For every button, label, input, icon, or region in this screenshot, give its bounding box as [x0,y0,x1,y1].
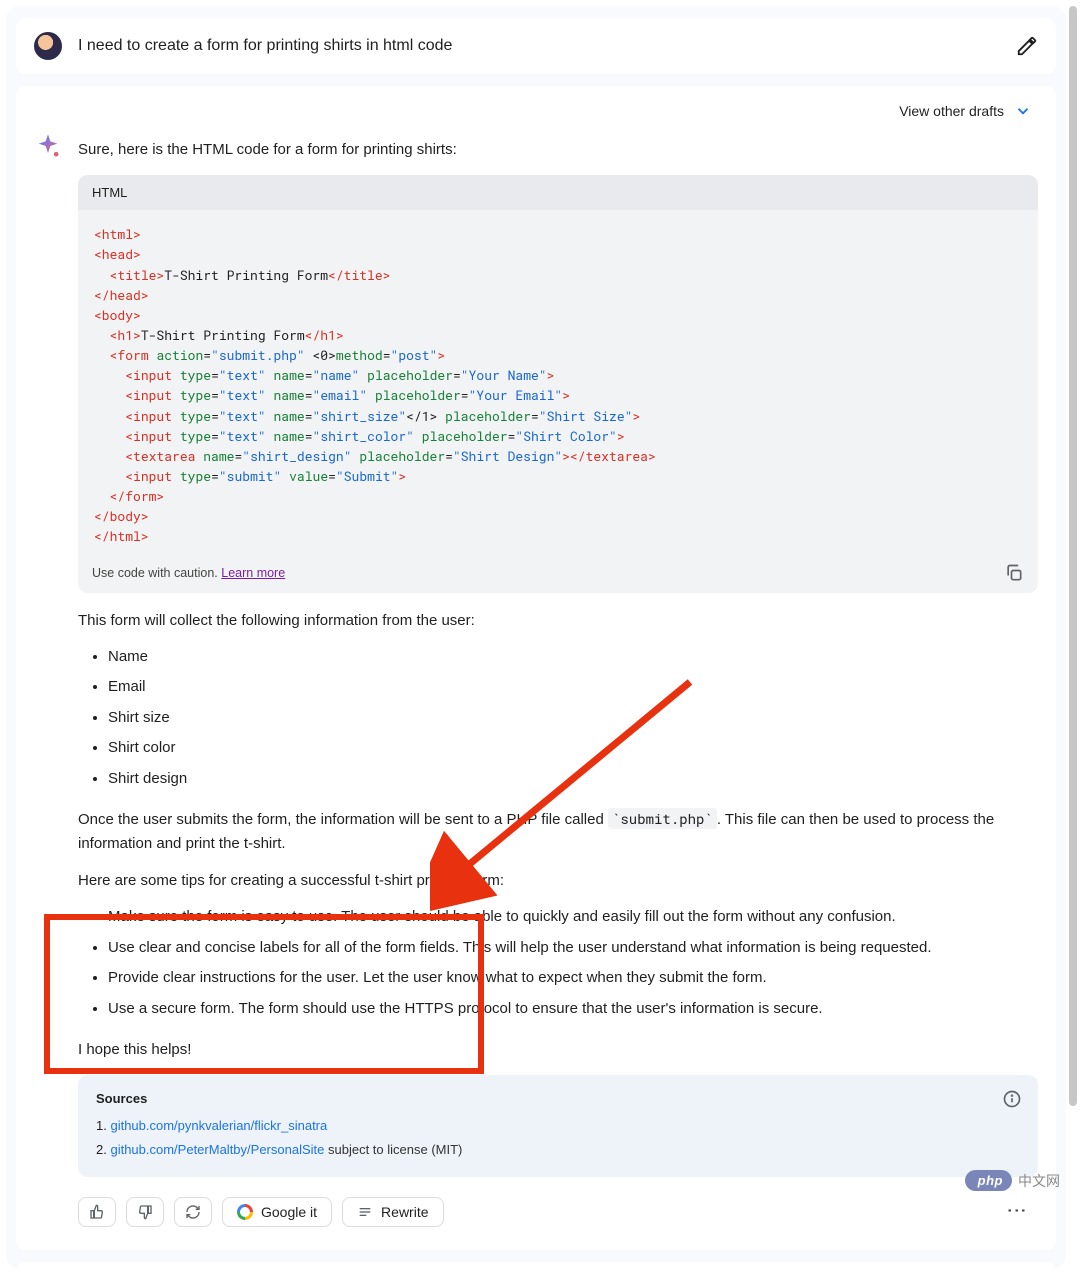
google-icon [237,1204,253,1220]
thumbs-down-button[interactable] [126,1197,164,1227]
code-lang-label: HTML [78,175,1038,210]
collect-text: This form will collect the following inf… [78,609,1038,632]
drafts-label: View other drafts [899,103,1004,119]
list-item: Use clear and concise labels for all of … [108,937,1038,960]
watermark-text: 中文网 [1018,1171,1060,1191]
refresh-button[interactable] [174,1197,212,1227]
avatar [34,32,62,60]
list-item: Shirt design [108,768,1038,791]
response-card: View other drafts Sure, here is the HTML… [16,86,1056,1250]
copy-icon[interactable] [1004,563,1024,583]
google-it-button[interactable]: Google it [222,1197,332,1227]
source-link[interactable]: github.com/pynkvalerian/flickr_sinatra [110,1118,327,1133]
scrollbar[interactable] [1069,6,1077,1246]
query-text: I need to create a form for printing shi… [78,37,1000,55]
php-badge: php [965,1170,1012,1191]
watermark: php 中文网 [965,1170,1060,1191]
list-item: Shirt size [108,707,1038,730]
code-block: HTML <html> <head> <title>T-Shirt Printi… [78,175,1038,592]
list-item: Name [108,646,1038,669]
tips-intro: Here are some tips for creating a succes… [78,869,1038,892]
info-icon[interactable] [1002,1089,1022,1109]
list-item: Shirt color [108,737,1038,760]
overflow-menu-button[interactable]: ⋮ [999,1191,1036,1233]
source-item: 1. github.com/pynkvalerian/flickr_sinatr… [96,1114,1020,1137]
rewrite-button[interactable]: Rewrite [342,1197,443,1227]
intro-text: Sure, here is the HTML code for a form f… [78,138,1038,161]
tips-list: Make sure the form is easy to use. The u… [108,906,1038,1020]
list-item: Provide clear instructions for the user.… [108,967,1038,990]
sources-title: Sources [96,1091,1020,1106]
code-caution: Use code with caution. [92,566,218,580]
bard-spark-icon [34,132,62,160]
list-item: Use a secure form. The form should use t… [108,998,1038,1021]
actions-row: Google it Rewrite ⋮ [78,1193,1038,1230]
list-item: Email [108,676,1038,699]
source-link[interactable]: github.com/PeterMaltby/PersonalSite [110,1142,324,1157]
hope-text: I hope this helps! [78,1038,1038,1061]
learn-more-link[interactable]: Learn more [221,566,285,580]
submit-text: Once the user submits the form, the info… [78,808,1038,855]
chevron-down-icon [1014,102,1032,120]
query-card: I need to create a form for printing shi… [16,18,1056,74]
drafts-row[interactable]: View other drafts [34,102,1038,130]
sources-box: Sources 1. github.com/pynkvalerian/flick… [78,1075,1038,1177]
source-item: 2. github.com/PeterMaltby/PersonalSite s… [96,1138,1020,1161]
thumbs-up-button[interactable] [78,1197,116,1227]
list-item: Make sure the form is easy to use. The u… [108,906,1038,929]
code-body[interactable]: <html> <head> <title>T-Shirt Printing Fo… [78,210,1038,552]
related-card: Search related topics HTML form for prin… [16,1262,1056,1269]
edit-icon[interactable] [1016,35,1038,57]
fields-list: Name Email Shirt size Shirt color Shirt … [108,646,1038,791]
